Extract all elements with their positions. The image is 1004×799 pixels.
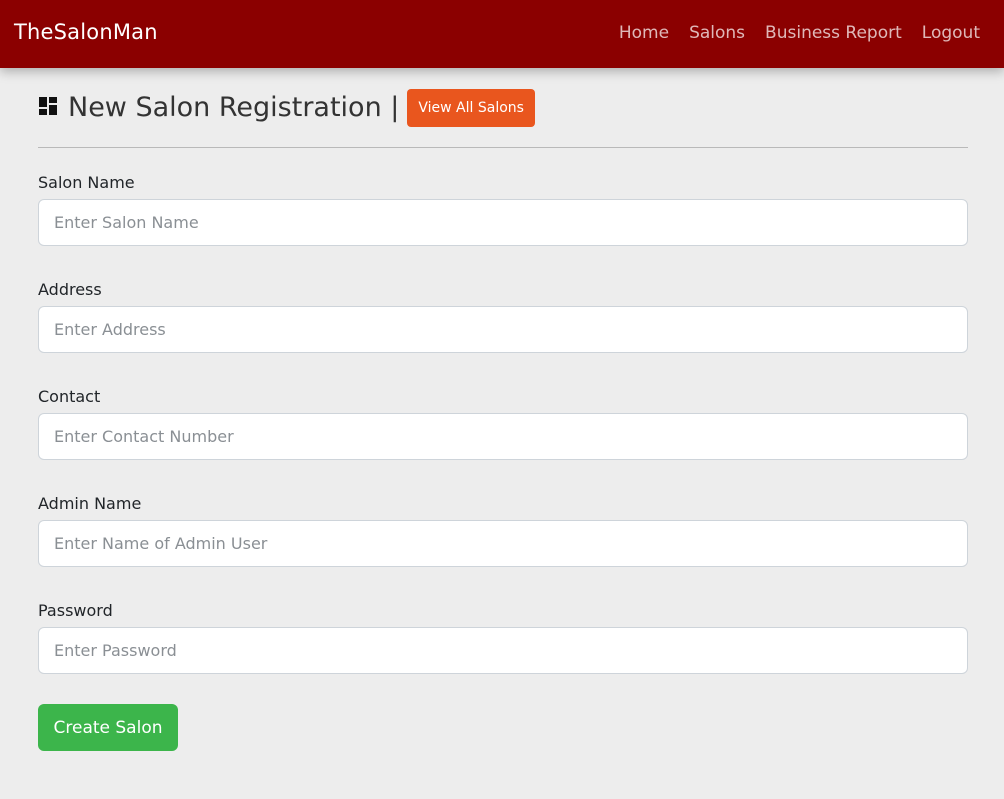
page-header: New Salon Registration | View All Salons <box>38 86 535 130</box>
top-navbar: TheSalonMan Home Salons Business Report … <box>0 0 1004 68</box>
nav-links: Home Salons Business Report Logout <box>619 20 980 46</box>
salon-name-input[interactable] <box>38 199 968 246</box>
dashboard-icon <box>39 97 57 115</box>
address-input[interactable] <box>38 306 968 353</box>
admin-name-input[interactable] <box>38 520 968 567</box>
contact-label: Contact <box>38 387 101 406</box>
nav-link-home[interactable]: Home <box>619 20 669 46</box>
page-title: New Salon Registration | <box>68 92 400 123</box>
address-label: Address <box>38 280 102 299</box>
contact-input[interactable] <box>38 413 968 460</box>
password-group: Password <box>38 600 968 674</box>
nav-link-salons[interactable]: Salons <box>689 20 745 46</box>
nav-link-logout[interactable]: Logout <box>922 20 980 46</box>
header-divider <box>38 147 968 148</box>
address-group: Address <box>38 279 968 353</box>
admin-name-group: Admin Name <box>38 493 968 567</box>
salon-name-group: Salon Name <box>38 172 968 246</box>
salon-name-label: Salon Name <box>38 173 135 192</box>
contact-group: Contact <box>38 386 968 460</box>
nav-link-business-report[interactable]: Business Report <box>765 20 902 46</box>
brand-logo[interactable]: TheSalonMan <box>14 18 158 46</box>
admin-name-label: Admin Name <box>38 494 142 513</box>
create-salon-button[interactable]: Create Salon <box>38 704 178 751</box>
password-label: Password <box>38 601 113 620</box>
view-all-salons-button[interactable]: View All Salons <box>407 89 535 127</box>
password-input[interactable] <box>38 627 968 674</box>
